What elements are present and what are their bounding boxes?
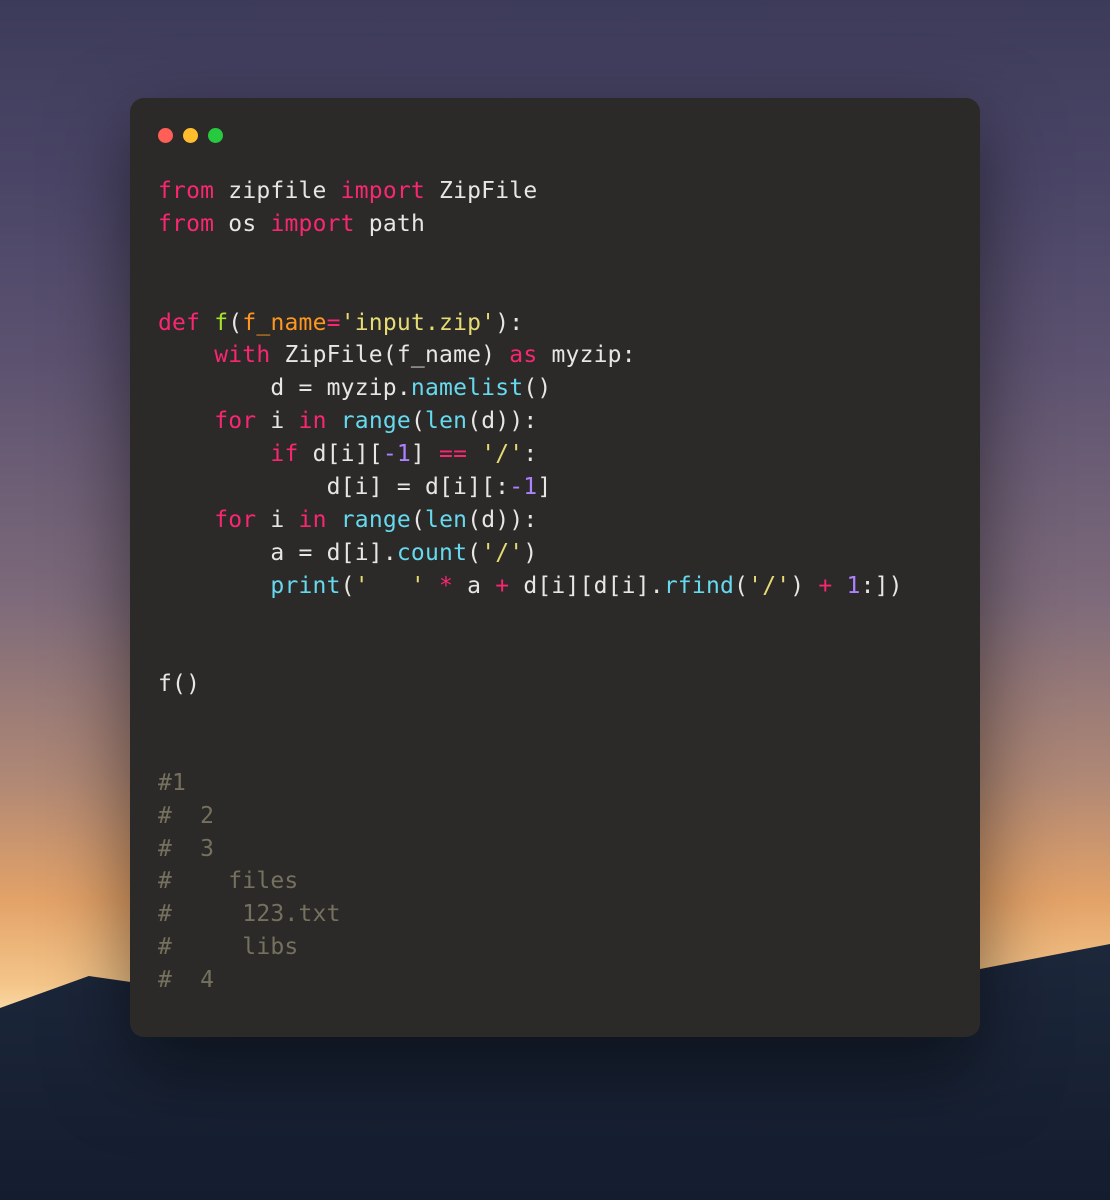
- keyword-for: for: [214, 408, 256, 434]
- comment: #1: [158, 770, 186, 796]
- code-editor[interactable]: from zipfile import ZipFile from os impo…: [158, 175, 952, 997]
- builtin-range: range: [341, 507, 411, 533]
- close-button[interactable]: [158, 128, 173, 143]
- maximize-button[interactable]: [208, 128, 223, 143]
- comment: # 3: [158, 836, 214, 862]
- method-rfind: rfind: [664, 573, 734, 599]
- keyword-from: from: [158, 211, 214, 237]
- string-literal: 'input.zip': [341, 310, 496, 336]
- keyword-with: with: [214, 342, 270, 368]
- string-literal: '/': [481, 441, 523, 467]
- keyword-import: import: [270, 211, 354, 237]
- comment: # 2: [158, 803, 214, 829]
- builtin-print: print: [270, 573, 340, 599]
- minimize-button[interactable]: [183, 128, 198, 143]
- keyword-in: in: [299, 408, 327, 434]
- builtin-range: range: [341, 408, 411, 434]
- module-name: zipfile: [228, 178, 326, 204]
- string-literal: '/': [481, 540, 523, 566]
- keyword-as: as: [509, 342, 537, 368]
- keyword-def: def: [158, 310, 200, 336]
- method-call: namelist: [411, 375, 523, 401]
- comment: # 4: [158, 967, 214, 993]
- comment: # libs: [158, 934, 298, 960]
- window-titlebar: [158, 122, 952, 143]
- method-count: count: [397, 540, 467, 566]
- parameter: f_name: [242, 310, 326, 336]
- code-window: from zipfile import ZipFile from os impo…: [130, 98, 980, 1037]
- string-literal: '/': [748, 573, 790, 599]
- keyword-import: import: [341, 178, 425, 204]
- keyword-if: if: [270, 441, 298, 467]
- builtin-len: len: [425, 408, 467, 434]
- class-name: ZipFile: [439, 178, 537, 204]
- builtin-len: len: [425, 507, 467, 533]
- keyword-from: from: [158, 178, 214, 204]
- keyword-in: in: [299, 507, 327, 533]
- comment: # files: [158, 868, 298, 894]
- function-call: f(): [158, 671, 200, 697]
- function-name: f: [214, 310, 228, 336]
- keyword-for: for: [214, 507, 256, 533]
- class-name: path: [369, 211, 425, 237]
- string-literal: ' ': [355, 573, 425, 599]
- comment: # 123.txt: [158, 901, 341, 927]
- module-name: os: [228, 211, 256, 237]
